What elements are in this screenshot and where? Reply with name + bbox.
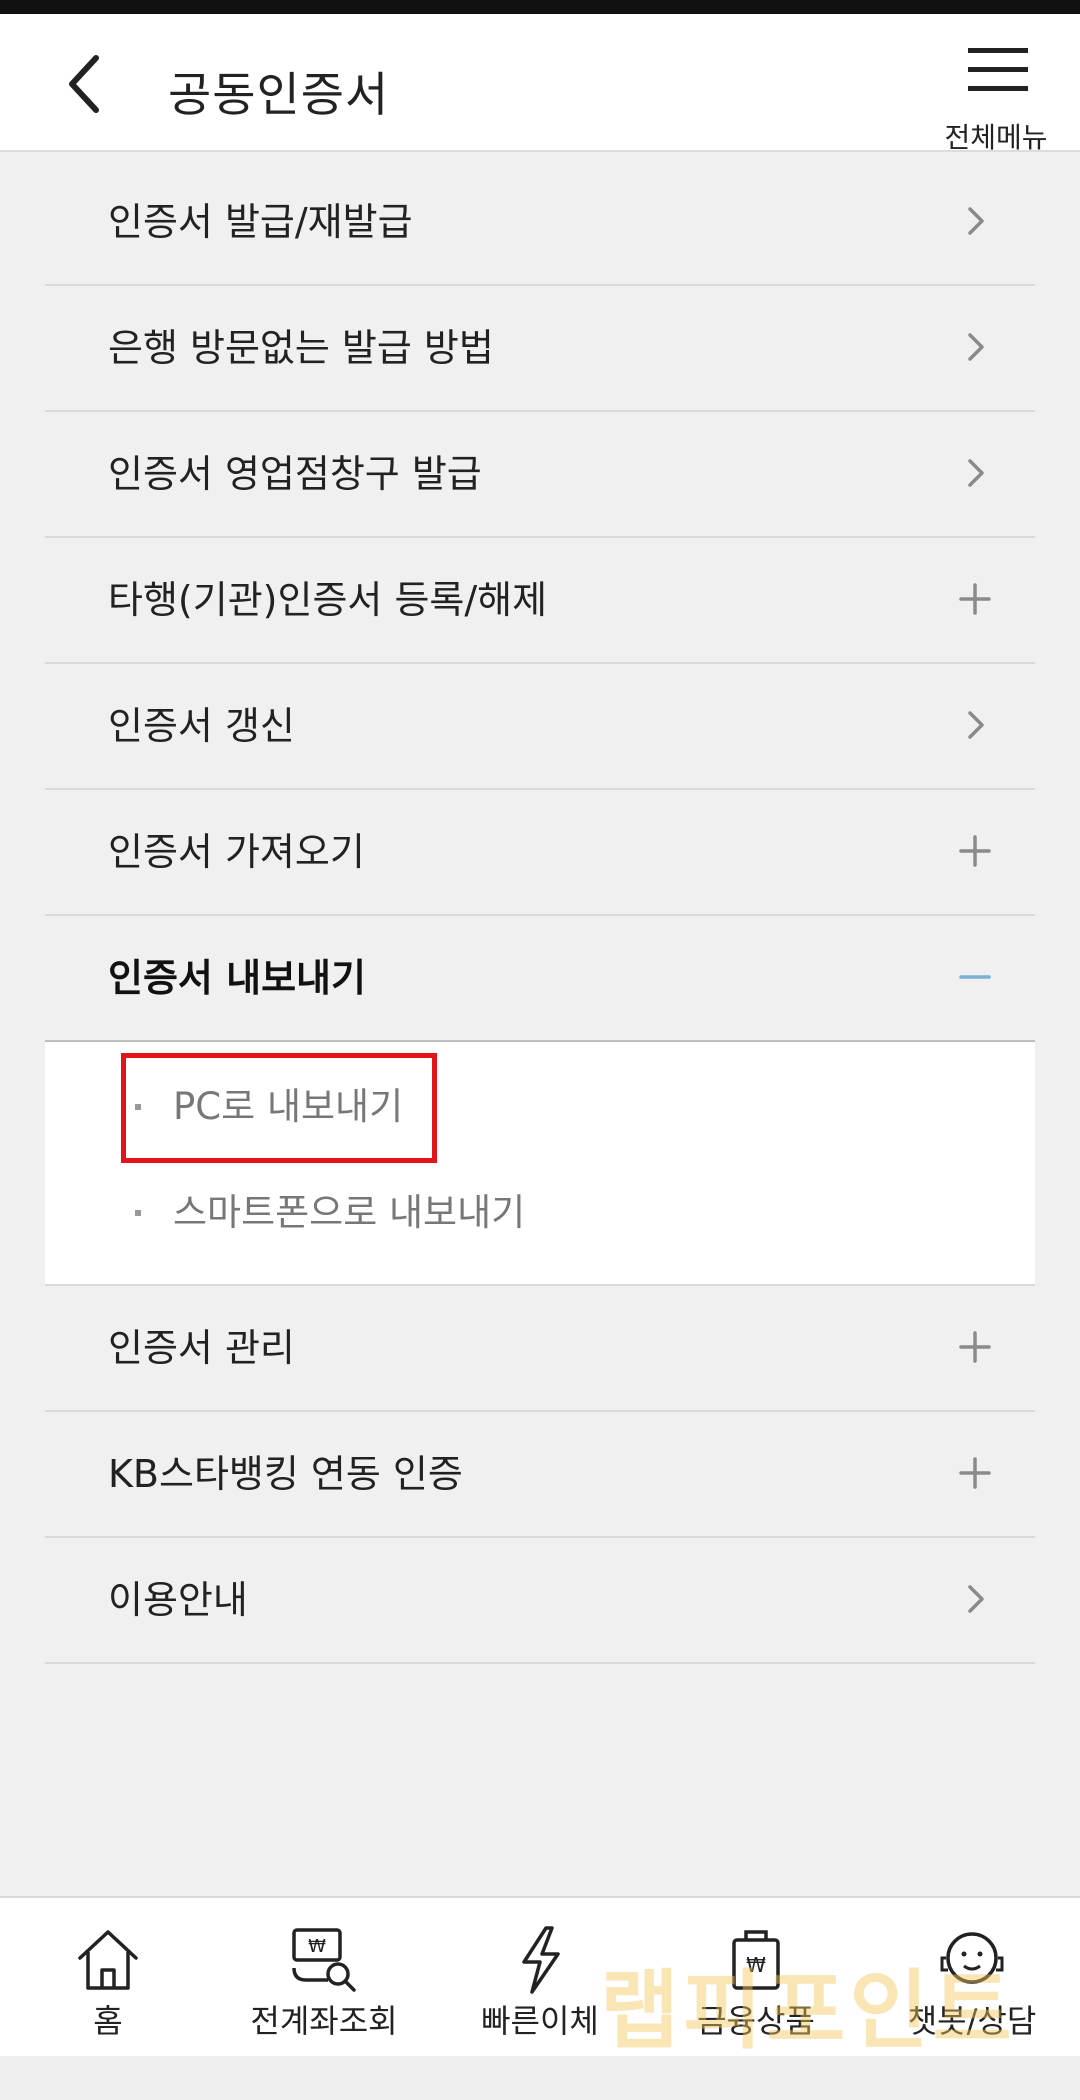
export-submenu: PC로 내보내기 스마트폰으로 내보내기 bbox=[45, 1042, 1035, 1286]
menu-item-label: 인증서 발급/재발급 bbox=[108, 200, 413, 244]
menu-item-label: 인증서 내보내기 bbox=[108, 956, 366, 1000]
menu-item-label: 인증서 영업점창구 발급 bbox=[108, 452, 482, 496]
chevron-right-icon bbox=[968, 333, 984, 361]
home-icon bbox=[78, 1930, 138, 1990]
system-bottom-bar bbox=[0, 2056, 1080, 2100]
nav-label: 홈 bbox=[93, 2002, 123, 2040]
chatbot-icon bbox=[940, 1932, 1004, 1984]
lightning-icon bbox=[522, 1926, 560, 1994]
bullet-icon bbox=[135, 1104, 141, 1110]
chevron-right-icon bbox=[968, 1585, 984, 1613]
menu-item-issue[interactable]: 인증서 발급/재발급 bbox=[45, 160, 1035, 286]
nav-item-all-accounts[interactable]: ₩ 전계좌조회 bbox=[216, 1898, 432, 2056]
menu-item-label: 인증서 가져오기 bbox=[108, 830, 365, 874]
menu-item-renew[interactable]: 인증서 갱신 bbox=[45, 664, 1035, 790]
menu-item-label: 인증서 관리 bbox=[108, 1326, 295, 1370]
account-search-icon: ₩ bbox=[292, 1928, 356, 1992]
plus-icon bbox=[959, 1331, 991, 1363]
status-bar bbox=[0, 0, 1080, 14]
back-button[interactable] bbox=[50, 44, 120, 124]
nav-label: 전계좌조회 bbox=[250, 2002, 398, 2040]
menu-item-guide[interactable]: 이용안내 bbox=[45, 1538, 1035, 1664]
menu-item-import[interactable]: 인증서 가져오기 bbox=[45, 790, 1035, 916]
nav-label: 챗봇/상담 bbox=[907, 2002, 1037, 2040]
menu-item-kb-starbanking[interactable]: KB스타뱅킹 연동 인증 bbox=[45, 1412, 1035, 1538]
nav-label: 금융상품 bbox=[697, 2002, 815, 2040]
menu-item-nonvisit-issue[interactable]: 은행 방문없는 발급 방법 bbox=[45, 286, 1035, 412]
bottom-navigation: 홈 ₩ 전계좌조회 빠른이체 ₩ 금융상품 챗봇/상담 bbox=[0, 1896, 1080, 2056]
submenu-item-label: PC로 내보내기 bbox=[173, 1085, 404, 1128]
minus-icon bbox=[959, 975, 991, 979]
svg-text:₩: ₩ bbox=[746, 1953, 766, 1977]
menu-item-label: 은행 방문없는 발급 방법 bbox=[108, 326, 494, 370]
full-menu-button[interactable]: 전체메뉴 bbox=[936, 36, 1056, 154]
plus-icon bbox=[959, 835, 991, 867]
chevron-right-icon bbox=[968, 711, 984, 739]
menu-item-other-bank-register[interactable]: 타행(기관)인증서 등록/해제 bbox=[45, 538, 1035, 664]
nav-label: 빠른이체 bbox=[481, 2002, 599, 2040]
hamburger-icon bbox=[968, 48, 1028, 91]
plus-icon bbox=[959, 583, 991, 615]
menu-item-label: 이용안내 bbox=[108, 1578, 248, 1622]
nav-item-home[interactable]: 홈 bbox=[0, 1898, 216, 2056]
submenu-item-label: 스마트폰으로 내보내기 bbox=[173, 1191, 526, 1234]
nav-item-quick-transfer[interactable]: 빠른이체 bbox=[432, 1898, 648, 2056]
product-bag-icon: ₩ bbox=[732, 1930, 780, 1990]
nav-item-financial-products[interactable]: ₩ 금융상품 bbox=[648, 1898, 864, 2056]
menu-item-export[interactable]: 인증서 내보내기 bbox=[45, 916, 1035, 1042]
menu-item-manage[interactable]: 인증서 관리 bbox=[45, 1286, 1035, 1412]
certificate-menu-list: 인증서 발급/재발급 은행 방문없는 발급 방법 인증서 영업점창구 발급 타행… bbox=[45, 160, 1035, 1664]
plus-icon bbox=[959, 1457, 991, 1489]
chevron-right-icon bbox=[968, 207, 984, 235]
bullet-icon bbox=[135, 1210, 141, 1216]
menu-item-label: 타행(기관)인증서 등록/해제 bbox=[108, 578, 548, 622]
menu-item-label: KB스타뱅킹 연동 인증 bbox=[108, 1452, 463, 1496]
menu-item-label: 인증서 갱신 bbox=[108, 704, 295, 748]
full-menu-label: 전체메뉴 bbox=[944, 121, 1048, 154]
chevron-right-icon bbox=[968, 459, 984, 487]
chevron-left-icon bbox=[69, 55, 99, 113]
nav-item-chatbot[interactable]: 챗봇/상담 bbox=[864, 1898, 1080, 2056]
page-title: 공동인증서 bbox=[168, 68, 390, 123]
app-header: 공동인증서 전체메뉴 bbox=[0, 14, 1080, 154]
menu-item-branch-issue[interactable]: 인증서 영업점창구 발급 bbox=[45, 412, 1035, 538]
svg-text:₩: ₩ bbox=[308, 1936, 326, 1957]
